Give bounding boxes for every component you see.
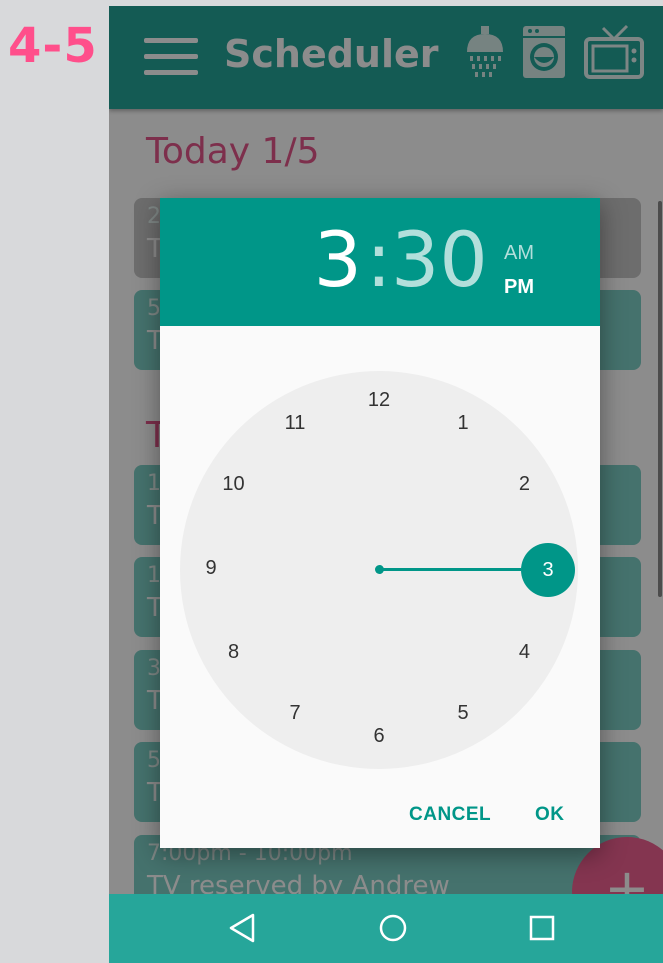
- recents-icon[interactable]: [528, 914, 556, 942]
- time-picker-dialog: 3 : 30 AM PM 3 CANCEL OK 12 1 2 4 5 6 7 8 9 10 11: [160, 198, 600, 848]
- clock-number-5[interactable]: 5: [443, 698, 483, 728]
- phone-screen: Scheduler Today 1/5 2 T 5 T T 1 T 1 T 3 …: [109, 6, 663, 963]
- cancel-button[interactable]: CANCEL: [409, 804, 491, 826]
- clock-number-4[interactable]: 4: [504, 637, 544, 667]
- clock-number-2[interactable]: 2: [504, 469, 544, 499]
- clock-number-11[interactable]: 11: [275, 408, 315, 438]
- clock-number-10[interactable]: 10: [214, 469, 254, 499]
- clock-number-8[interactable]: 8: [214, 637, 254, 667]
- selected-hour-knob[interactable]: 3: [521, 543, 575, 597]
- step-label: 4-5: [8, 18, 98, 74]
- minute-display[interactable]: 30: [391, 222, 488, 298]
- clock-number-1[interactable]: 1: [443, 408, 483, 438]
- time-separator: :: [366, 215, 392, 304]
- am-toggle[interactable]: AM: [504, 242, 534, 265]
- clock-number-9[interactable]: 9: [191, 553, 231, 583]
- system-nav-bar: [109, 894, 663, 963]
- clock-hand: [379, 568, 521, 571]
- ok-button[interactable]: OK: [535, 804, 565, 826]
- home-icon[interactable]: [377, 912, 409, 944]
- clock-number-7[interactable]: 7: [275, 698, 315, 728]
- time-picker-header: 3 : 30 AM PM: [160, 198, 600, 326]
- pm-toggle[interactable]: PM: [504, 276, 534, 299]
- clock-hand-center: [375, 565, 384, 574]
- clock-number-12[interactable]: 12: [359, 385, 399, 415]
- clock-number-6[interactable]: 6: [359, 721, 399, 751]
- back-icon[interactable]: [227, 912, 257, 944]
- hour-display[interactable]: 3: [314, 222, 362, 298]
